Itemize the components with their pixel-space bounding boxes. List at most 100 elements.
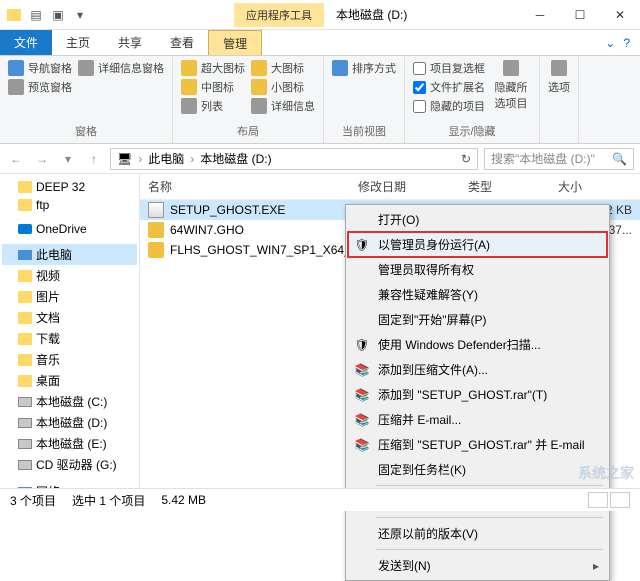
archive-icon: 📚 [354, 387, 370, 403]
ribbon: 导航窗格 预览窗格 详细信息窗格 窗格 超大图标 中图标 列表 大图标 小图标 … [0, 56, 640, 144]
folder-icon [4, 5, 24, 25]
view-details-button[interactable] [588, 492, 608, 508]
breadcrumb[interactable]: 🖥 › 此电脑 › 本地磁盘 (D:) ↻ [110, 148, 478, 170]
tree-downloads[interactable]: 下载 [2, 328, 137, 349]
ribbon-group-options: 选项 [540, 56, 579, 143]
tree-network[interactable]: 网络 [2, 481, 137, 488]
tree-video[interactable]: 视频 [2, 265, 137, 286]
view-icons-button[interactable] [610, 492, 630, 508]
tree-pictures[interactable]: 图片 [2, 286, 137, 307]
ctx-separator [376, 485, 603, 486]
details-pane-button[interactable]: 详细信息窗格 [78, 60, 164, 76]
tab-share[interactable]: 共享 [104, 30, 156, 55]
ctx-separator [376, 549, 603, 550]
ribbon-group-panes: 导航窗格 预览窗格 详细信息窗格 窗格 [0, 56, 173, 143]
ctx-compress-rar-email[interactable]: 📚压缩到 "SETUP_GHOST.rar" 并 E-mail [348, 432, 607, 457]
ctx-compat-troubleshoot[interactable]: 兼容性疑难解答(Y) [348, 282, 607, 307]
ctx-open[interactable]: 打开(O) [348, 207, 607, 232]
nav-pane-button[interactable]: 导航窗格 [8, 60, 72, 76]
search-placeholder: 搜索"本地磁盘 (D:)" [491, 150, 595, 167]
options-button[interactable]: 选项 [548, 79, 570, 95]
search-icon: 🔍 [612, 152, 627, 166]
ctx-add-archive[interactable]: 📚添加到压缩文件(A)... [348, 357, 607, 382]
layout-details[interactable]: 详细信息 [251, 98, 315, 114]
recent-dropdown-icon[interactable]: ▾ [58, 152, 78, 166]
ribbon-tabs: 文件 主页 共享 查看 管理 ⌄ ? [0, 30, 640, 56]
ribbon-group-layout: 超大图标 中图标 列表 大图标 小图标 详细信息 布局 [173, 56, 324, 143]
tab-manage[interactable]: 管理 [208, 30, 262, 55]
layout-list[interactable]: 列表 [181, 98, 245, 114]
layout-large-icon[interactable]: 大图标 [251, 60, 315, 76]
ribbon-group-showhide: 项目复选框 文件扩展名 隐藏的项目 隐藏所选项目 显示/隐藏 [405, 56, 540, 143]
tree-drive-d[interactable]: 本地磁盘 (D:) [2, 412, 137, 433]
tree-ftp[interactable]: ftp [2, 196, 137, 214]
new-folder-icon[interactable]: ▣ [48, 5, 68, 25]
status-item-count: 3 个项目 [10, 492, 56, 509]
tree-cd-drive[interactable]: CD 驱动器 (G:) [2, 454, 137, 475]
ctx-add-rar[interactable]: 📚添加到 "SETUP_GHOST.rar"(T) [348, 382, 607, 407]
crumb-drive[interactable]: 本地磁盘 (D:) [200, 150, 271, 167]
close-button[interactable]: ✕ [600, 0, 640, 30]
status-selection: 选中 1 个项目 [72, 492, 145, 509]
tree-drive-c[interactable]: 本地磁盘 (C:) [2, 391, 137, 412]
minimize-button[interactable]: ─ [520, 0, 560, 30]
ctx-compress-email[interactable]: 📚压缩并 E-mail... [348, 407, 607, 432]
col-name[interactable]: 名称 [148, 178, 358, 195]
tree-music[interactable]: 音乐 [2, 349, 137, 370]
col-type[interactable]: 类型 [468, 178, 558, 195]
quick-access-toolbar: ▤ ▣ ▾ [0, 5, 94, 25]
layout-xlarge-icon[interactable]: 超大图标 [181, 60, 245, 76]
ctx-restore-versions[interactable]: 还原以前的版本(V) [348, 521, 607, 546]
layout-medium-icon[interactable]: 中图标 [181, 79, 245, 95]
back-button[interactable]: ← [6, 152, 26, 166]
column-headers[interactable]: 名称 修改日期 类型 大小 [140, 174, 640, 200]
context-tools-label: 应用程序工具 [234, 3, 324, 27]
archive-icon: 📚 [354, 362, 370, 378]
shield-icon: 🛡 [354, 237, 370, 253]
chk-hidden-items[interactable]: 隐藏的项目 [413, 98, 485, 114]
tree-deep32[interactable]: DEEP 32 [2, 178, 137, 196]
chevron-right-icon: ▸ [593, 559, 599, 573]
tree-this-pc[interactable]: 此电脑 [2, 244, 137, 265]
ctx-run-as-admin[interactable]: 🛡以管理员身份运行(A) [348, 232, 607, 257]
qat-dropdown-icon[interactable]: ▾ [70, 5, 90, 25]
hide-selected-button[interactable]: 隐藏所选项目 [491, 79, 531, 111]
title-bar: ▤ ▣ ▾ 应用程序工具 本地磁盘 (D:) ─ ☐ ✕ [0, 0, 640, 30]
properties-icon[interactable]: ▤ [26, 5, 46, 25]
hide-icon [503, 60, 519, 76]
archive-icon: 📚 [354, 437, 370, 453]
search-input[interactable]: 搜索"本地磁盘 (D:)" 🔍 [484, 148, 634, 170]
ctx-defender-scan[interactable]: 🛡使用 Windows Defender扫描... [348, 332, 607, 357]
chk-item-checkboxes[interactable]: 项目复选框 [413, 60, 485, 76]
ctx-separator [376, 517, 603, 518]
tree-drive-e[interactable]: 本地磁盘 (E:) [2, 433, 137, 454]
preview-pane-button[interactable]: 预览窗格 [8, 79, 72, 95]
tab-view[interactable]: 查看 [156, 30, 208, 55]
tree-onedrive[interactable]: OneDrive [2, 220, 137, 238]
col-size[interactable]: 大小 [558, 178, 632, 195]
tree-docs[interactable]: 文档 [2, 307, 137, 328]
ribbon-group-current: 排序方式 当前视图 [324, 56, 405, 143]
ctx-take-ownership[interactable]: 管理员取得所有权 [348, 257, 607, 282]
tree-desktop[interactable]: 桌面 [2, 370, 137, 391]
nav-tree[interactable]: DEEP 32 ftp OneDrive 此电脑 视频 图片 文档 下载 音乐 … [0, 174, 140, 488]
ctx-pin-taskbar[interactable]: 固定到任务栏(K) [348, 457, 607, 482]
forward-button[interactable]: → [32, 152, 52, 166]
defender-icon: 🛡 [354, 337, 370, 353]
status-size: 5.42 MB [161, 493, 206, 507]
tab-file[interactable]: 文件 [0, 30, 52, 55]
maximize-button[interactable]: ☐ [560, 0, 600, 30]
chk-file-ext[interactable]: 文件扩展名 [413, 79, 485, 95]
crumb-pc[interactable]: 此电脑 [148, 150, 184, 167]
tab-home[interactable]: 主页 [52, 30, 104, 55]
ctx-pin-start[interactable]: 固定到"开始"屏幕(P) [348, 307, 607, 332]
help-icon[interactable]: ? [623, 36, 630, 50]
sort-button[interactable]: 排序方式 [332, 60, 396, 76]
expand-ribbon-icon[interactable]: ⌄ [605, 36, 615, 50]
col-date[interactable]: 修改日期 [358, 178, 468, 195]
refresh-icon[interactable]: ↻ [461, 152, 471, 166]
up-button[interactable]: ↑ [84, 152, 104, 166]
ctx-send-to[interactable]: 发送到(N)▸ [348, 553, 607, 578]
layout-small-icon[interactable]: 小图标 [251, 79, 315, 95]
status-bar: 3 个项目 选中 1 个项目 5.42 MB [0, 488, 640, 511]
